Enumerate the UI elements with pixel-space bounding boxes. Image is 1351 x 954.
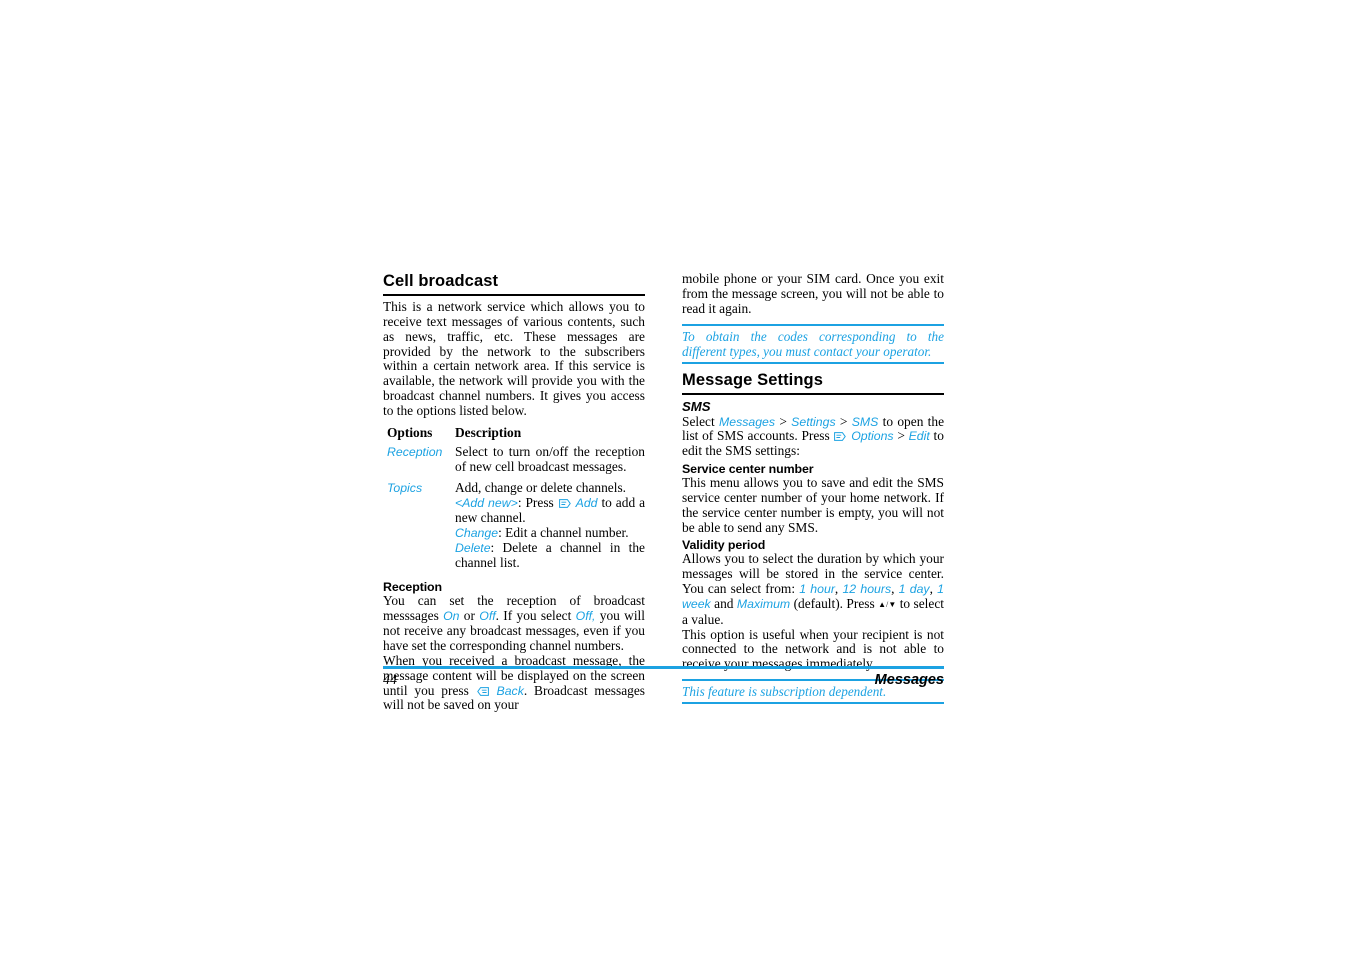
manual-page: Cell broadcast This is a network service… — [383, 271, 944, 712]
ui-string-topics: Topics — [387, 481, 423, 496]
reception-p1-part-c: . If you select — [495, 608, 572, 624]
subheading-reception: Reception — [383, 580, 442, 595]
ui-string-off-2: Off, — [575, 609, 596, 624]
subheading-service-center-number: Service center number — [682, 462, 814, 477]
validity-paragraph-1: Allows you to select the duration by whi… — [682, 552, 944, 627]
topics-change-text: : Edit a channel number. — [498, 524, 629, 540]
column-header-description: Description — [455, 424, 522, 440]
ui-string-settings: Settings — [791, 414, 836, 429]
ui-string-maximum: Maximum — [736, 596, 791, 611]
table-row: Reception Select to turn on/off the rece… — [383, 443, 645, 482]
up-down-arrow-icon: ▲/▼ — [878, 599, 897, 609]
chapter-name: Messages — [874, 672, 944, 688]
softkey-left-icon — [834, 432, 847, 442]
comma-1: , — [834, 581, 839, 597]
two-column-layout: Cell broadcast This is a network service… — [383, 271, 944, 713]
path-separator-1: > — [779, 413, 787, 429]
sms-select-label: Select — [682, 413, 715, 429]
option-name-reception: Reception — [383, 445, 455, 482]
footer-row: 44 Messages — [383, 669, 944, 689]
ui-string-edit: Edit — [908, 429, 930, 444]
ui-string-1-day: 1 day — [898, 582, 930, 597]
ui-string-on: On — [443, 609, 460, 624]
reception-p1-part-b: or — [463, 608, 475, 624]
ui-string-reception: Reception — [387, 444, 443, 459]
section-title-message-settings: Message Settings — [682, 370, 823, 389]
service-center-paragraph: This menu allows you to save and edit th… — [682, 475, 944, 535]
topics-desc-line1: Add, change or delete channels. — [455, 480, 627, 496]
topics-press-label: : Press — [517, 495, 554, 511]
validity-and-label: and — [714, 595, 734, 611]
column-header-options: Options — [387, 424, 433, 440]
option-description-reception: Select to turn on/off the reception of n… — [455, 443, 645, 474]
continued-paragraph: mobile phone or your SIM card. Once you … — [682, 271, 944, 316]
ui-string-1-hour: 1 hour — [799, 582, 835, 597]
softkey-left-icon — [558, 499, 571, 509]
ui-string-messages: Messages — [719, 414, 776, 429]
validity-body-b: (default). Press — [793, 595, 875, 611]
page-footer: 44 Messages — [383, 666, 944, 689]
table-row: Topics Add, change or delete channels. <… — [383, 480, 645, 577]
sms-paragraph: Select Messages > Settings > SMS to open… — [682, 413, 944, 460]
path-separator-3: > — [897, 428, 905, 444]
option-description-topics: Add, change or delete channels. <Add new… — [455, 480, 645, 577]
comma-2: , — [891, 581, 895, 597]
note-block-top: To obtain the codes corresponding to the… — [682, 323, 944, 364]
ui-string-add: Add — [575, 496, 598, 511]
ui-string-off-1: Off — [479, 609, 496, 624]
intro-paragraph: This is a network service which allows y… — [383, 298, 645, 418]
title-rule — [383, 293, 645, 296]
path-separator-2: > — [839, 413, 848, 429]
reception-paragraph-1: You can set the reception of broadcast m… — [383, 594, 645, 653]
subheading-validity-period: Validity period — [682, 538, 766, 553]
right-column: mobile phone or your SIM card. Once you … — [682, 271, 944, 711]
table-header-row: Options Description — [383, 425, 645, 445]
subheading-sms: SMS — [682, 398, 711, 414]
page-title: Cell broadcast — [383, 272, 499, 290]
ui-string-sms: SMS — [851, 414, 879, 429]
option-name-topics: Topics — [383, 481, 455, 577]
ui-string-12-hours: 12 hours — [842, 582, 892, 597]
ui-string-add-new: <Add new> — [455, 496, 518, 511]
ui-string-change: Change — [455, 525, 499, 540]
ui-string-options: Options — [851, 429, 894, 444]
section-title-rule — [682, 392, 944, 395]
comma-3: , — [929, 581, 933, 597]
note-top-text: To obtain the codes corresponding to the… — [682, 328, 944, 359]
page-number: 44 — [383, 673, 397, 688]
options-table: Options Description Reception Select to … — [383, 425, 645, 578]
left-column: Cell broadcast This is a network service… — [383, 272, 645, 713]
ui-string-delete: Delete — [455, 540, 491, 555]
